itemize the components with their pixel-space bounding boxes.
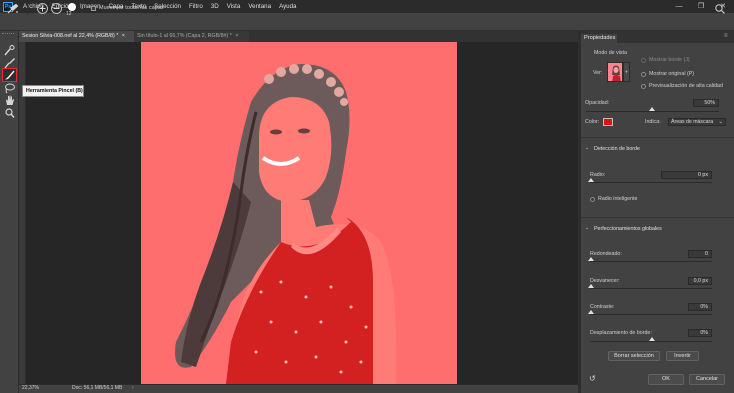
brush-size-preview-icon[interactable]: [68, 3, 76, 11]
panel-divider: [581, 137, 734, 138]
show-original-radio[interactable]: [641, 72, 646, 77]
options-bar: [0, 13, 734, 31]
contrast-slider-track[interactable]: [590, 314, 712, 315]
reset-icon[interactable]: ↺: [589, 374, 596, 383]
quick-selection-tool-preset-icon[interactable]: [6, 3, 20, 15]
shift-edge-label: Desplazamiento de borde:: [590, 330, 652, 336]
indica-value: Áreas de máscara: [671, 119, 714, 125]
contrast-slider-knob[interactable]: [588, 310, 594, 314]
view-mode-label: Modo de vista: [594, 50, 627, 56]
smooth-slider-track[interactable]: [590, 261, 712, 262]
feather-slider-knob[interactable]: [588, 284, 594, 288]
shift-edge-slider-track[interactable]: [590, 341, 712, 342]
zoom-tool-icon[interactable]: [3, 107, 16, 119]
opacity-slider-knob[interactable]: [649, 107, 655, 111]
shift-edge-field[interactable]: 0%: [688, 329, 712, 337]
show-original-label: Mostrar original (P): [649, 71, 695, 77]
opacity-label: Opacidad:: [585, 100, 610, 106]
overlay-color-swatch[interactable]: [603, 118, 613, 126]
subtract-from-selection-mode-icon[interactable]: [51, 3, 62, 14]
view-label: Ver:: [593, 70, 603, 76]
smooth-label: Redondeado:: [590, 251, 622, 257]
edge-detection-title[interactable]: Detección de borde: [594, 146, 640, 152]
minimize-button[interactable]: —: [668, 0, 690, 13]
menu-vista[interactable]: Vista: [227, 3, 241, 10]
menu-3d[interactable]: 3D: [211, 3, 219, 10]
menu-ventana[interactable]: Ventana: [248, 3, 271, 10]
zoom-level[interactable]: 22,37%: [22, 385, 39, 391]
view-mode-thumbnail[interactable]: [607, 62, 623, 82]
tab-sin-titulo[interactable]: Sin título-1 al 66,7% (Capa 2, RGB/8#) *…: [134, 31, 249, 42]
smooth-field[interactable]: 0: [688, 250, 712, 258]
radius-slider-knob[interactable]: [588, 178, 594, 182]
brush-tool-icon[interactable]: [2, 68, 17, 82]
close-tab-icon[interactable]: ×: [122, 33, 125, 39]
smart-radius-checkbox[interactable]: [590, 197, 595, 202]
woman-portrait-mask-preview: [141, 42, 457, 384]
panel-divider: [581, 217, 734, 218]
tool-panel-grip[interactable]: [2, 33, 14, 35]
panel-menu-icon[interactable]: ≡: [724, 33, 728, 39]
lasso-tool-icon[interactable]: [3, 82, 16, 94]
search-icon[interactable]: [714, 3, 726, 15]
show-edge-radio[interactable]: [641, 58, 646, 63]
document-size-info: Doc: 56,1 MB/56,1 MB: [72, 385, 123, 391]
hand-tool-icon[interactable]: [3, 94, 16, 106]
ok-button[interactable]: OK: [648, 374, 684, 385]
hq-preview-label: Previsualización de alta calidad: [649, 83, 723, 89]
options-divider: [27, 3, 28, 15]
global-refinements-title[interactable]: Perfeccionamientos globales: [594, 226, 662, 232]
maximize-button[interactable]: ❐: [690, 0, 712, 13]
contrast-field[interactable]: 0%: [688, 303, 712, 311]
opacity-field[interactable]: 50%: [693, 99, 719, 107]
brush-size-value: 12: [66, 11, 72, 17]
add-to-selection-mode-icon[interactable]: [37, 3, 48, 14]
sample-all-layers-checkbox[interactable]: [91, 6, 96, 11]
edge-detection-chevron-icon[interactable]: ⌄: [585, 145, 589, 151]
clear-selection-button[interactable]: Borrar selección: [608, 351, 660, 361]
radius-field[interactable]: 0 px: [661, 171, 712, 179]
tab-label: Sin título-1 al 66,7% (Capa 2, RGB/8#) *: [137, 33, 232, 39]
show-edge-label: Mostrar borde (J): [649, 57, 690, 63]
color-label: Color:: [585, 119, 600, 125]
properties-tab[interactable]: Propiedades: [581, 34, 617, 43]
menu-filtro[interactable]: Filtro: [189, 3, 203, 10]
sample-all-layers-label: Muestrear todas las capas: [99, 5, 164, 11]
refine-edge-brush-tool-icon[interactable]: [3, 57, 16, 69]
tool-tooltip: Herramienta Pincel (B): [22, 85, 84, 97]
menu-ayuda[interactable]: Ayuda: [279, 3, 296, 10]
quick-selection-tool-icon[interactable]: [3, 44, 16, 56]
feather-field[interactable]: 0,0 px: [688, 277, 712, 285]
invert-button[interactable]: Invertir: [666, 351, 699, 361]
status-menu-arrow-icon[interactable]: ›: [132, 385, 134, 391]
thumbnail-dropdown-icon[interactable]: ▾: [623, 62, 630, 82]
indica-select[interactable]: Áreas de máscara ⌄: [668, 118, 726, 126]
document-image[interactable]: [141, 42, 457, 384]
opacity-slider-track[interactable]: [586, 111, 719, 112]
tab-sesion-silvia[interactable]: Sesion Silvia-008.nef al 22,4% (RGB/8) *…: [19, 31, 134, 42]
indica-label: Indica:: [645, 119, 661, 125]
hq-preview-radio[interactable]: [641, 84, 646, 89]
feather-slider-track[interactable]: [590, 288, 712, 289]
brush-size-chevron-icon[interactable]: ⌄: [80, 5, 84, 11]
radius-slider-track[interactable]: [590, 182, 712, 183]
smart-radius-label: Radio inteligente: [598, 196, 638, 202]
portrait-thumbnail-icon: [608, 63, 622, 81]
smooth-slider-knob[interactable]: [588, 257, 594, 261]
cancel-button[interactable]: Cancelar: [689, 374, 725, 385]
close-tab-icon[interactable]: ×: [235, 33, 238, 39]
shift-edge-slider-knob[interactable]: [649, 337, 655, 341]
feather-label: Desvanecer:: [590, 278, 620, 284]
tab-label: Sesion Silvia-008.nef al 22,4% (RGB/8) *: [22, 33, 119, 39]
indica-chevron-icon: ⌄: [718, 119, 723, 125]
global-refinements-chevron-icon[interactable]: ⌄: [585, 225, 589, 231]
